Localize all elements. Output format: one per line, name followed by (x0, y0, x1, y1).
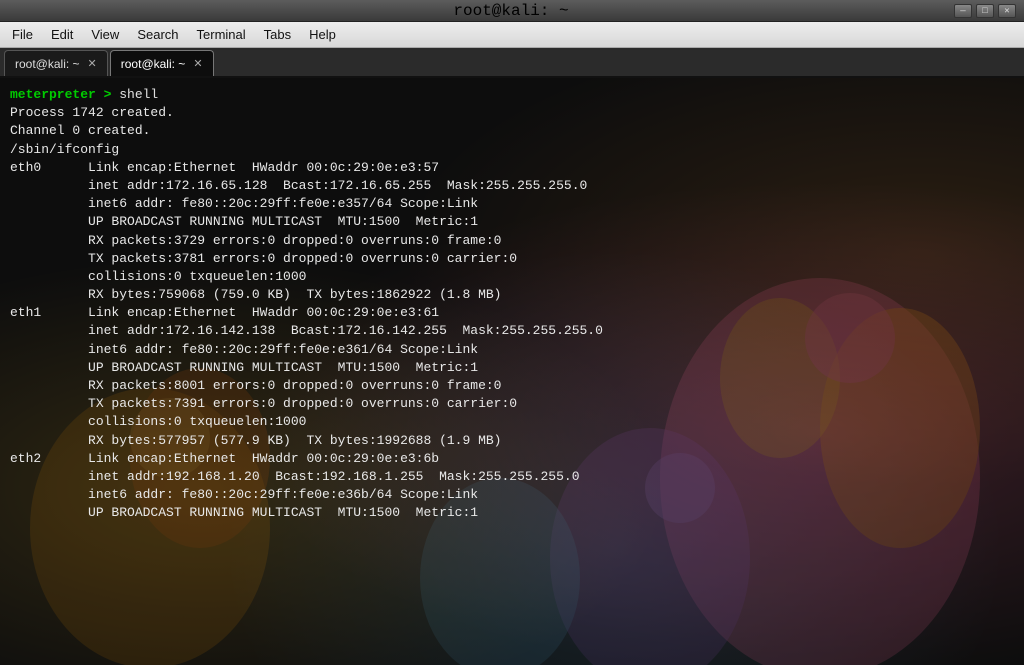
menubar: FileEditViewSearchTerminalTabsHelp (0, 22, 1024, 48)
titlebar: root@kali: ~ — □ ✕ (0, 0, 1024, 22)
terminal-line: TX packets:7391 errors:0 dropped:0 overr… (10, 395, 1014, 413)
terminal-line: Process 1742 created. (10, 104, 1014, 122)
menu-item-file[interactable]: File (4, 25, 41, 44)
menu-item-search[interactable]: Search (129, 25, 186, 44)
terminal-line: eth2 Link encap:Ethernet HWaddr 00:0c:29… (10, 450, 1014, 468)
terminal-content: meterpreter > shellProcess 1742 created.… (10, 86, 1014, 523)
terminal-line: collisions:0 txqueuelen:1000 (10, 413, 1014, 431)
terminal-line: UP BROADCAST RUNNING MULTICAST MTU:1500 … (10, 504, 1014, 522)
terminal-line: UP BROADCAST RUNNING MULTICAST MTU:1500 … (10, 359, 1014, 377)
terminal-line: RX bytes:759068 (759.0 KB) TX bytes:1862… (10, 286, 1014, 304)
menu-item-help[interactable]: Help (301, 25, 344, 44)
menu-item-view[interactable]: View (83, 25, 127, 44)
tab-label: root@kali: ~ (15, 57, 80, 71)
titlebar-title: root@kali: ~ (453, 2, 568, 20)
terminal-line: meterpreter > shell (10, 86, 1014, 104)
terminal-line: RX packets:3729 errors:0 dropped:0 overr… (10, 232, 1014, 250)
terminal-line: Channel 0 created. (10, 122, 1014, 140)
terminal[interactable]: meterpreter > shellProcess 1742 created.… (0, 78, 1024, 665)
tab-label: root@kali: ~ (121, 57, 186, 71)
minimize-button[interactable]: — (954, 4, 972, 18)
close-button[interactable]: ✕ (998, 4, 1016, 18)
titlebar-controls: — □ ✕ (954, 4, 1016, 18)
terminal-line: UP BROADCAST RUNNING MULTICAST MTU:1500 … (10, 213, 1014, 231)
menu-item-terminal[interactable]: Terminal (189, 25, 254, 44)
terminal-line: eth0 Link encap:Ethernet HWaddr 00:0c:29… (10, 159, 1014, 177)
tab-close-button[interactable]: ✕ (193, 57, 202, 70)
tab-tab2[interactable]: root@kali: ~ ✕ (110, 50, 214, 76)
tabsbar: root@kali: ~ ✕ root@kali: ~ ✕ (0, 48, 1024, 78)
maximize-button[interactable]: □ (976, 4, 994, 18)
terminal-line: inet6 addr: fe80::20c:29ff:fe0e:e36b/64 … (10, 486, 1014, 504)
terminal-line: collisions:0 txqueuelen:1000 (10, 268, 1014, 286)
terminal-line: RX packets:8001 errors:0 dropped:0 overr… (10, 377, 1014, 395)
menu-item-edit[interactable]: Edit (43, 25, 81, 44)
terminal-line: inet6 addr: fe80::20c:29ff:fe0e:e357/64 … (10, 195, 1014, 213)
terminal-line: eth1 Link encap:Ethernet HWaddr 00:0c:29… (10, 304, 1014, 322)
terminal-line: inet addr:192.168.1.20 Bcast:192.168.1.2… (10, 468, 1014, 486)
terminal-line: RX bytes:577957 (577.9 KB) TX bytes:1992… (10, 432, 1014, 450)
terminal-line: inet6 addr: fe80::20c:29ff:fe0e:e361/64 … (10, 341, 1014, 359)
terminal-line: TX packets:3781 errors:0 dropped:0 overr… (10, 250, 1014, 268)
tab-tab1[interactable]: root@kali: ~ ✕ (4, 50, 108, 76)
terminal-line: inet addr:172.16.142.138 Bcast:172.16.14… (10, 322, 1014, 340)
terminal-line: inet addr:172.16.65.128 Bcast:172.16.65.… (10, 177, 1014, 195)
terminal-line: /sbin/ifconfig (10, 141, 1014, 159)
menu-item-tabs[interactable]: Tabs (256, 25, 299, 44)
tab-close-button[interactable]: ✕ (88, 57, 97, 70)
